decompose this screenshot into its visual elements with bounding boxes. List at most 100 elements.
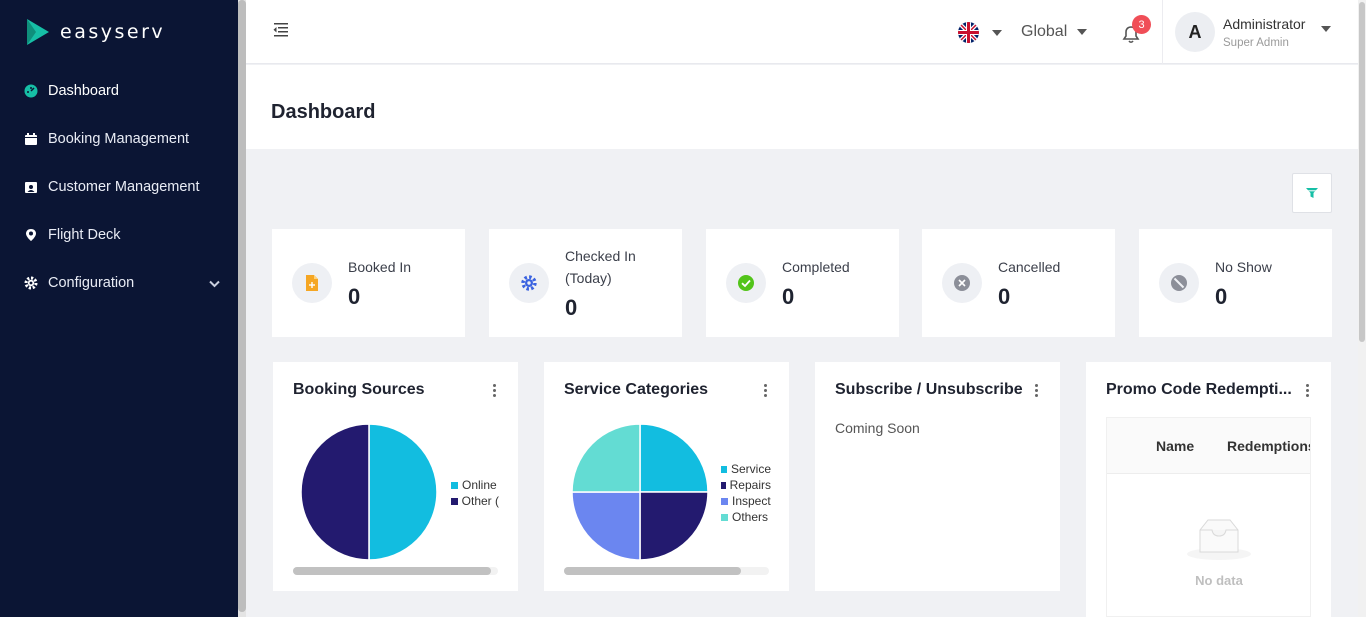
- chevron-down-icon: [209, 276, 220, 292]
- panel-title: Promo Code Redempti...: [1106, 381, 1292, 398]
- more-vertical-icon[interactable]: [492, 384, 496, 397]
- brand-logo[interactable]: easyserv: [24, 17, 165, 47]
- topbar: Global 3 A Administrator Super Admin: [246, 0, 1358, 64]
- brand-name: easyserv: [60, 21, 166, 43]
- sidebar-item-label: Booking Management: [48, 131, 190, 147]
- legend-swatch: [451, 481, 458, 489]
- gear-icon: [509, 263, 549, 303]
- file-plus-icon: [292, 263, 332, 303]
- user-menu[interactable]: A Administrator Super Admin: [1175, 12, 1332, 52]
- empty-state: No data: [1107, 518, 1310, 588]
- main-scrollbar[interactable]: [1358, 0, 1366, 617]
- panel-title: Subscribe / Unsubscribe: [835, 381, 1023, 398]
- sidebar: easyserv Dashboard Booking Management Cu…: [0, 0, 238, 617]
- legend-item[interactable]: Others: [721, 509, 771, 525]
- sidebar-item-label: Dashboard: [48, 83, 119, 99]
- stat-value: 0: [998, 284, 1011, 309]
- promo-table: Name Redemptions No data: [1106, 417, 1311, 617]
- panel-service-categories: Service Categories Service Repairs Inspect…: [544, 362, 789, 591]
- avatar: A: [1175, 12, 1215, 52]
- stat-label: Cancelled: [998, 259, 1061, 275]
- table-header: Name Redemptions: [1107, 418, 1310, 474]
- caret-down-icon: [1321, 26, 1332, 32]
- calendar-icon: [24, 132, 38, 146]
- horizontal-scrollbar[interactable]: [293, 567, 498, 575]
- sidebar-item-label: Flight Deck: [48, 227, 121, 243]
- stat-value: 0: [782, 284, 795, 309]
- language-selector[interactable]: [958, 22, 1002, 43]
- legend-item[interactable]: Repairs: [721, 477, 771, 493]
- uk-flag-icon: [958, 22, 979, 43]
- pie-slice-others[interactable]: [571, 423, 641, 493]
- legend-item[interactable]: Online: [451, 477, 499, 493]
- legend-item[interactable]: Other (: [451, 493, 499, 509]
- panel-booking-sources: Booking Sources Online Other (: [273, 362, 518, 591]
- check-circle-icon: [726, 263, 766, 303]
- pie-slice-online[interactable]: [368, 423, 438, 561]
- legend-label: Repairs: [729, 478, 771, 492]
- stat-card-completed: Completed 0: [706, 229, 899, 337]
- dashboard-icon: [24, 84, 38, 98]
- notification-badge: 3: [1132, 15, 1151, 34]
- panel-title: Booking Sources: [293, 381, 425, 398]
- stat-value: 0: [348, 284, 361, 309]
- sidebar-nav: Dashboard Booking Management Customer Ma…: [0, 67, 238, 307]
- stat-card-booked-in: Booked In 0: [272, 229, 465, 337]
- more-vertical-icon[interactable]: [763, 384, 767, 397]
- sidebar-item-booking-management[interactable]: Booking Management: [0, 115, 238, 163]
- stat-card-checked-in: Checked In (Today) 0: [489, 229, 682, 337]
- logo-mark-icon: [27, 19, 49, 45]
- stat-value: 0: [565, 295, 578, 320]
- sidebar-item-customer-management[interactable]: Customer Management: [0, 163, 238, 211]
- stat-card-no-show: No Show 0: [1139, 229, 1332, 337]
- sidebar-item-label: Customer Management: [48, 179, 200, 195]
- legend-item[interactable]: Service: [721, 461, 771, 477]
- page-header: Dashboard: [246, 65, 1358, 149]
- column-header-name[interactable]: Name: [1156, 438, 1194, 454]
- panel-promo-code-redemptions: Promo Code Redempti... Name Redemptions …: [1086, 362, 1331, 617]
- sidebar-item-dashboard[interactable]: Dashboard: [0, 67, 238, 115]
- menu-collapse-icon[interactable]: [272, 22, 290, 40]
- stat-label: Checked In (Today): [565, 248, 636, 286]
- region-selector[interactable]: Global: [1021, 23, 1088, 41]
- pie-slice-service[interactable]: [639, 423, 709, 493]
- pie-chart-booking-sources: [300, 423, 438, 561]
- legend-swatch: [721, 465, 727, 473]
- sidebar-item-flight-deck[interactable]: Flight Deck: [0, 211, 238, 259]
- legend-label: Inspect: [732, 494, 771, 508]
- coming-soon-text: Coming Soon: [835, 420, 920, 436]
- pie-slice-inspect[interactable]: [571, 491, 641, 561]
- divider: [1162, 0, 1163, 64]
- more-vertical-icon[interactable]: [1305, 384, 1309, 397]
- page-title: Dashboard: [271, 101, 376, 123]
- sidebar-item-configuration[interactable]: Configuration: [0, 259, 238, 307]
- empty-inbox-icon: [1187, 519, 1251, 560]
- sidebar-item-label: Configuration: [48, 275, 135, 291]
- column-header-redemptions[interactable]: Redemptions: [1227, 438, 1310, 454]
- location-pin-icon: [24, 228, 38, 242]
- legend-label: Online: [462, 478, 497, 492]
- chart-legend: Online Other (: [451, 477, 499, 509]
- pie-slice-repairs[interactable]: [639, 491, 709, 561]
- legend-label: Service: [730, 462, 771, 476]
- contact-card-icon: [24, 180, 38, 194]
- horizontal-scrollbar[interactable]: [564, 567, 769, 575]
- no-data-text: No data: [1195, 573, 1243, 588]
- ban-icon: [1159, 263, 1199, 303]
- stat-label: Completed: [782, 259, 850, 275]
- filter-button[interactable]: [1292, 173, 1332, 213]
- legend-swatch: [721, 513, 728, 521]
- pie-slice-other[interactable]: [300, 423, 370, 561]
- more-vertical-icon[interactable]: [1034, 384, 1038, 397]
- close-circle-icon: [942, 263, 982, 303]
- region-label: Global: [1021, 23, 1068, 40]
- sidebar-scrollbar[interactable]: [238, 0, 246, 617]
- legend-swatch: [451, 497, 458, 505]
- stat-label: No Show: [1215, 259, 1272, 275]
- legend-item[interactable]: Inspect: [721, 493, 771, 509]
- filter-icon: [1306, 188, 1318, 198]
- panel-title: Service Categories: [564, 381, 709, 398]
- legend-swatch: [721, 481, 726, 489]
- legend-label: Other (: [461, 494, 499, 508]
- panel-subscribe-unsubscribe: Subscribe / Unsubscribe Coming Soon: [815, 362, 1060, 591]
